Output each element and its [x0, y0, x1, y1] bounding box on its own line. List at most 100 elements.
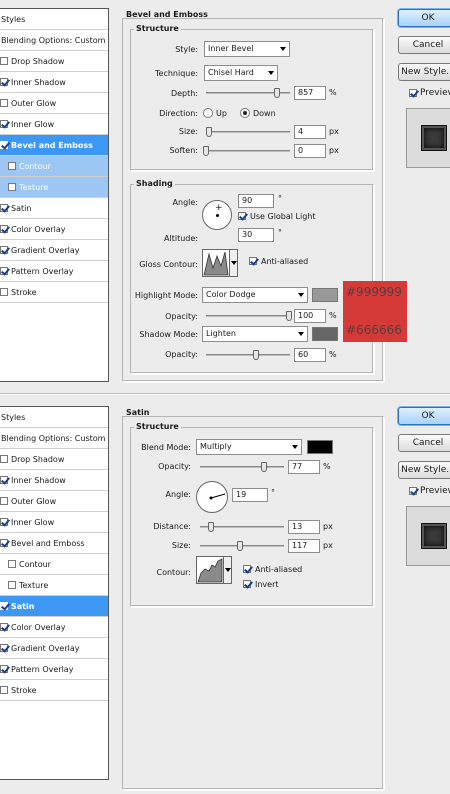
style-checkbox[interactable] [0, 476, 8, 484]
preview-checkbox[interactable] [409, 89, 417, 97]
style-checkbox[interactable] [0, 539, 8, 547]
anti-aliased-checkbox[interactable] [243, 565, 251, 573]
styles-list-item[interactable]: Inner Shadow [0, 72, 108, 93]
shadow-opacity-thumb[interactable] [253, 350, 259, 360]
styles-list-item[interactable]: Outer Glow [0, 93, 108, 114]
preview-toggle[interactable]: Preview [409, 88, 450, 98]
style-checkbox[interactable] [0, 623, 8, 631]
style-checkbox[interactable] [8, 560, 16, 568]
highlight-color-swatch[interactable] [312, 288, 338, 302]
style-checkbox[interactable] [0, 57, 8, 65]
satin-color-swatch[interactable] [307, 440, 333, 454]
opacity-slider[interactable] [200, 462, 284, 472]
distance-slider-thumb[interactable] [208, 522, 214, 532]
style-checkbox[interactable] [0, 288, 8, 296]
styles-list-item[interactable]: Contour [0, 554, 108, 575]
style-checkbox[interactable] [0, 204, 8, 212]
global-light-checkbox[interactable] [238, 212, 246, 220]
styles-list-item[interactable]: Blending Options: Custom [0, 30, 108, 51]
size-slider[interactable] [200, 541, 284, 551]
ok-button[interactable]: OK [398, 407, 450, 425]
styles-list-item[interactable]: Inner Glow [0, 512, 108, 533]
ok-button[interactable]: OK [398, 9, 450, 27]
technique-select[interactable]: Chisel Hard [204, 65, 278, 81]
style-checkbox[interactable] [8, 162, 16, 170]
style-checkbox[interactable] [0, 644, 8, 652]
shadow-opacity-slider[interactable] [206, 350, 290, 360]
style-checkbox[interactable] [0, 120, 8, 128]
style-checkbox[interactable] [0, 246, 8, 254]
angle-dial[interactable]: + [202, 200, 232, 230]
size-slider-thumb[interactable] [206, 127, 212, 137]
style-checkbox[interactable] [0, 518, 8, 526]
new-style-button[interactable]: New Style... [398, 461, 450, 479]
highlight-mode-select[interactable]: Color Dodge [202, 287, 308, 303]
style-checkbox[interactable] [0, 455, 8, 463]
angle-input[interactable]: 90 [238, 194, 274, 208]
size-slider-thumb[interactable] [237, 541, 243, 551]
highlight-opacity-slider[interactable] [206, 311, 292, 321]
soften-slider[interactable] [203, 146, 290, 156]
size-input[interactable]: 4 [294, 125, 326, 139]
styles-list-item[interactable]: Blending Options: Custom [0, 428, 108, 449]
styles-list-item[interactable]: Stroke [0, 282, 108, 303]
styles-list-item[interactable]: Gradient Overlay [0, 638, 108, 659]
styles-list-item[interactable]: Styles [0, 9, 108, 30]
direction-down-radio[interactable] [240, 108, 250, 118]
distance-slider[interactable] [200, 522, 284, 532]
depth-slider-thumb[interactable] [274, 88, 280, 98]
gloss-contour-preview[interactable] [202, 249, 230, 277]
cancel-button[interactable]: Cancel [398, 434, 450, 452]
depth-slider[interactable] [206, 88, 290, 98]
style-checkbox[interactable] [0, 225, 8, 233]
style-checkbox[interactable] [8, 581, 16, 589]
style-checkbox[interactable] [0, 99, 8, 107]
opacity-input[interactable]: 77 [288, 460, 320, 474]
size-input[interactable]: 117 [288, 539, 320, 553]
styles-list-item[interactable]: Texture [0, 177, 108, 198]
styles-list-item[interactable]: Bevel and Emboss [0, 533, 108, 554]
size-slider[interactable] [206, 127, 290, 137]
style-checkbox[interactable] [0, 267, 8, 275]
angle-input[interactable]: 19 [232, 488, 268, 502]
styles-list-item[interactable]: Satin [0, 596, 108, 617]
direction-up-radio[interactable] [203, 108, 213, 118]
depth-input[interactable]: 857 [294, 86, 326, 100]
invert-checkbox[interactable] [243, 580, 251, 588]
highlight-opacity-thumb[interactable] [286, 311, 292, 321]
style-checkbox[interactable] [0, 602, 8, 610]
cancel-button[interactable]: Cancel [398, 36, 450, 54]
styles-list-item[interactable]: Inner Glow [0, 114, 108, 135]
styles-list-item[interactable]: Texture [0, 575, 108, 596]
distance-input[interactable]: 13 [288, 520, 320, 534]
styles-list-item[interactable]: Stroke [0, 680, 108, 701]
styles-list-item[interactable]: Drop Shadow [0, 51, 108, 72]
shadow-mode-select[interactable]: Lighten [202, 326, 308, 342]
altitude-input[interactable]: 30 [238, 228, 274, 242]
style-checkbox[interactable] [0, 141, 8, 149]
styles-list-item[interactable]: Drop Shadow [0, 449, 108, 470]
style-checkbox[interactable] [8, 183, 16, 191]
gloss-contour-dropdown[interactable] [230, 249, 238, 277]
gloss-anti-aliased-checkbox[interactable] [249, 257, 257, 265]
new-style-button[interactable]: New Style... [398, 63, 450, 81]
shadow-color-swatch[interactable] [312, 327, 338, 341]
style-select[interactable]: Inner Bevel [204, 41, 290, 57]
styles-list-item[interactable]: Bevel and Emboss [0, 135, 108, 156]
style-checkbox[interactable] [0, 78, 8, 86]
opacity-slider-thumb[interactable] [261, 462, 267, 472]
preview-checkbox[interactable] [409, 487, 417, 495]
blend-mode-select[interactable]: Multiply [196, 439, 302, 455]
styles-list-item[interactable]: Inner Shadow [0, 470, 108, 491]
angle-dial[interactable] [196, 481, 228, 513]
soften-slider-thumb[interactable] [203, 146, 209, 156]
style-checkbox[interactable] [0, 686, 8, 694]
styles-list-item[interactable]: Color Overlay [0, 617, 108, 638]
shadow-opacity-input[interactable]: 60 [294, 348, 326, 362]
highlight-opacity-input[interactable]: 100 [294, 309, 326, 323]
styles-list-item[interactable]: Gradient Overlay [0, 240, 108, 261]
preview-toggle[interactable]: Preview [409, 486, 450, 496]
styles-list-item[interactable]: Satin [0, 198, 108, 219]
styles-list-item[interactable]: Pattern Overlay [0, 261, 108, 282]
style-checkbox[interactable] [0, 665, 8, 673]
